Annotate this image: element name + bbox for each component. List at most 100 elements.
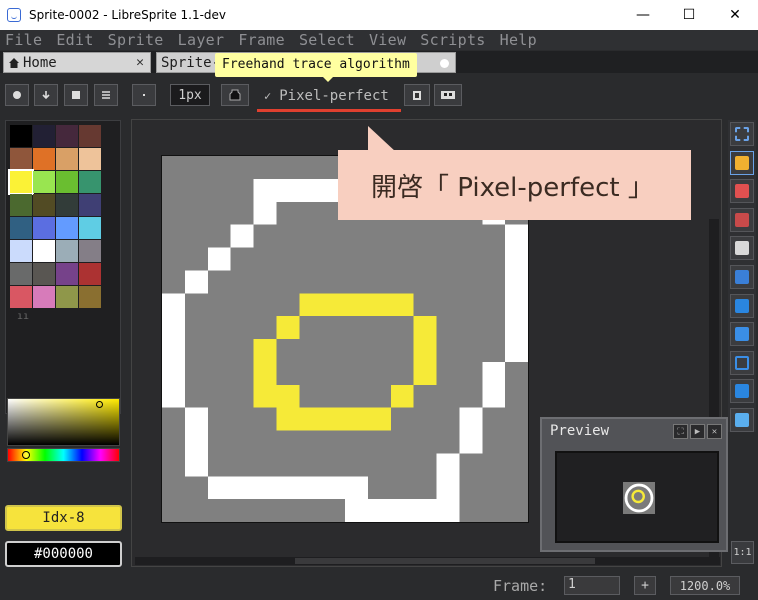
menu-edit[interactable]: Edit [56,31,93,49]
app-area: File Edit Sprite Layer Frame Select View… [0,30,758,600]
menu-layer[interactable]: Layer [178,31,225,49]
palette-swatch[interactable] [56,286,78,308]
palette-swatch[interactable] [56,148,78,170]
menu-help[interactable]: Help [500,31,537,49]
ink-button[interactable] [221,84,249,106]
brush-square-button[interactable] [64,84,88,106]
palette-swatch[interactable] [79,171,101,193]
horizontal-scrollbar[interactable] [135,557,720,565]
horizontal-scroll-thumb[interactable] [295,558,595,564]
foreground-color-button[interactable]: Idx-8 [5,505,122,531]
brush-type-button[interactable] [132,84,156,106]
preview-viewport [555,451,719,543]
palette-swatch[interactable] [56,194,78,216]
preview-play-icon[interactable]: ▶ [690,424,705,439]
palette-swatch[interactable] [79,263,101,285]
line-tool-button[interactable] [730,322,754,347]
eraser-tool-button[interactable] [730,179,754,204]
palette-swatch[interactable] [56,263,78,285]
palette-swatch[interactable] [79,194,101,216]
zoom-tool-button[interactable] [730,236,754,261]
menu-scripts[interactable]: Scripts [420,31,485,49]
white-pixel [436,499,460,522]
zoom-1to1-button[interactable]: 1:1 [731,541,754,564]
palette-panel: ıı [5,120,121,414]
white-pixel [184,453,208,477]
white-pixel [436,453,460,477]
menu-frame[interactable]: Frame [238,31,285,49]
palette-swatch[interactable] [33,217,55,239]
palette-swatch[interactable] [8,169,34,195]
yellow-pixel [253,361,277,385]
tab-home-close-icon[interactable]: ✕ [136,55,144,70]
palette-swatch[interactable] [10,217,32,239]
palette-swatch[interactable] [56,125,78,147]
palette-swatch[interactable] [56,240,78,262]
brush-size-field[interactable]: 1px [170,84,210,106]
palette-swatch[interactable] [33,286,55,308]
menu-file[interactable]: File [5,31,42,49]
menu-view[interactable]: View [369,31,406,49]
palette-swatch[interactable] [33,148,55,170]
palette-swatch[interactable] [79,217,101,239]
spray-tool-button[interactable] [730,379,754,404]
pixel-perfect-checkbox[interactable]: ✓ Pixel-perfect [258,82,401,110]
palette-swatch[interactable] [10,148,32,170]
brush-circle-icon [13,91,21,99]
ink-options-button[interactable] [434,84,462,106]
brush-options-button[interactable] [94,84,118,106]
white-pixel [322,476,345,500]
tab-home[interactable]: Home ✕ [3,52,151,73]
yellow-pixel [253,384,277,408]
palette-swatch[interactable] [10,240,32,262]
palette-swatch[interactable] [56,171,78,193]
brush-circle-button[interactable] [5,84,29,106]
palette-swatch[interactable] [33,240,55,262]
close-window-button[interactable]: ✕ [712,0,758,30]
move-tool-button[interactable] [730,265,754,289]
saturation-value-picker[interactable] [7,398,120,446]
minimize-button[interactable]: — [620,0,666,30]
palette-swatch[interactable] [79,148,101,170]
white-pixel [253,476,277,500]
brush-angle-button[interactable] [34,84,58,106]
menu-sprite[interactable]: Sprite [108,31,164,49]
bucket-icon [413,91,421,100]
palette-swatch[interactable] [56,217,78,239]
hue-slider[interactable] [7,448,120,462]
eyedropper-tool-button[interactable] [730,207,754,232]
palette-swatch[interactable] [33,194,55,216]
palette-swatch[interactable] [10,286,32,308]
palette-swatch[interactable] [79,286,101,308]
background-color-button[interactable]: #000000 [5,541,122,567]
sv-cursor [96,401,103,408]
palette-swatch[interactable] [33,125,55,147]
annotation-callout: 開啓「 Pixel-perfect 」 [338,150,691,220]
palette-swatch[interactable] [10,125,32,147]
contour-tool-button[interactable] [730,408,754,432]
palette-resize-handle[interactable]: ıı [17,311,29,322]
preview-close-icon[interactable]: ✕ [707,424,722,439]
palette-swatch[interactable] [79,240,101,262]
yellow-pixel [413,339,437,362]
frame-input[interactable]: 1 [564,576,620,595]
maximize-button[interactable]: ☐ [666,0,712,30]
rectangle-tool-button[interactable] [730,350,754,375]
white-pixel [367,499,391,522]
preview-fullscreen-icon[interactable]: ⛶ [673,424,688,439]
palette-swatch[interactable] [10,263,32,285]
fill-tool-button[interactable] [730,293,754,318]
palette-swatch[interactable] [10,194,32,216]
yellow-pixel [322,407,345,431]
palette-swatch[interactable] [33,263,55,285]
yellow-pixel [390,293,414,317]
spray-options-button[interactable] [404,84,430,106]
menu-select[interactable]: Select [299,31,355,49]
white-pixel [184,430,208,454]
pencil-tool-button[interactable] [730,150,754,175]
palette-swatch[interactable] [33,171,55,193]
marquee-tool-button[interactable] [730,122,754,146]
palette-swatch[interactable] [79,125,101,147]
add-frame-button[interactable]: + [634,576,656,595]
zoom-level-field[interactable]: 1200.0% [670,576,740,595]
